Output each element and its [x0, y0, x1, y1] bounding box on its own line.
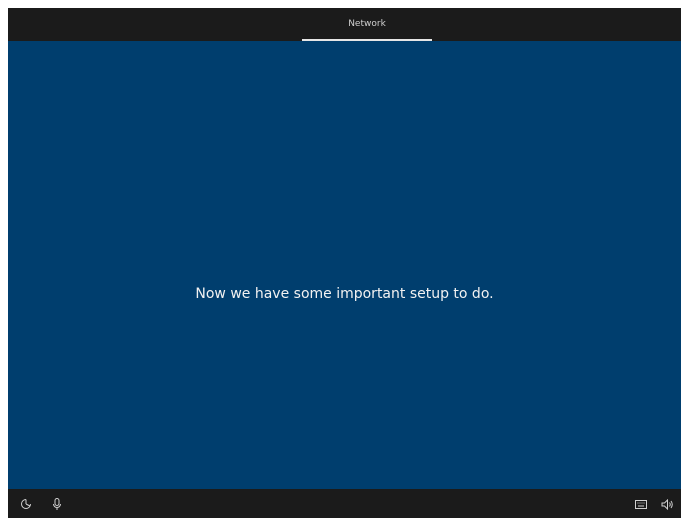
top-bar: Network [8, 8, 681, 41]
main-content: Now we have some important setup to do. [8, 41, 681, 489]
tab-network-label: Network [348, 19, 386, 29]
bottom-bar [8, 489, 681, 518]
keyboard-button[interactable] [633, 496, 649, 512]
microphone-button[interactable] [49, 496, 65, 512]
ease-of-access-button[interactable] [18, 496, 34, 512]
volume-icon [661, 498, 674, 510]
ease-of-access-icon [20, 498, 32, 510]
setup-window: Network Now we have some important setup… [8, 8, 681, 518]
setup-message: Now we have some important setup to do. [195, 286, 494, 302]
microphone-icon [52, 497, 62, 511]
tab-network: Network [302, 8, 432, 41]
keyboard-icon [635, 499, 647, 509]
volume-button[interactable] [659, 496, 675, 512]
